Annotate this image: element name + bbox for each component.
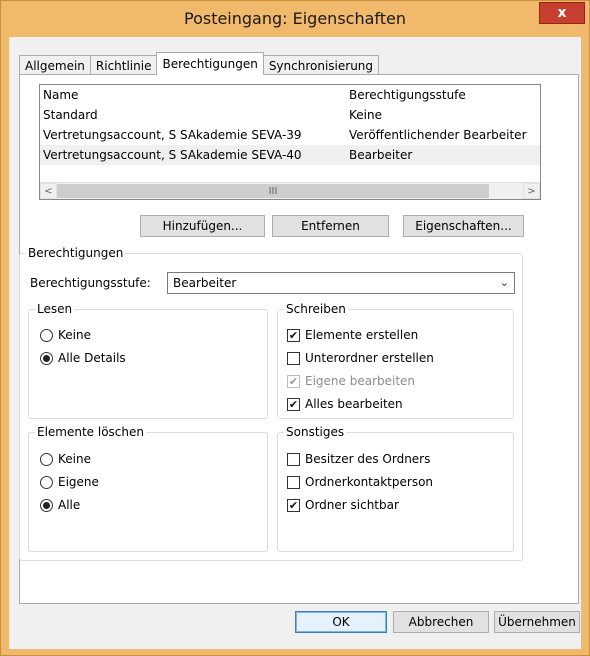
grip-icon: III — [268, 185, 278, 197]
checkbox-checked-icon: ✔ — [287, 397, 300, 411]
other-group-label: Sonstiges — [284, 425, 347, 439]
list-item-name: Vertretungsaccount, S SAkademie SEVA-39 — [43, 128, 302, 142]
read-all-details-radio[interactable]: Alle Details — [40, 351, 126, 365]
delete-all-radio[interactable]: Alle — [40, 498, 80, 512]
permissions-list[interactable]: Name Berechtigungsstufe Standard Keine V… — [39, 84, 541, 200]
radio-icon — [40, 475, 53, 489]
permission-level-value: Bearbeiter — [173, 276, 237, 290]
list-header: Name Berechtigungsstufe — [40, 85, 540, 105]
dialog-client: Allgemein Richtlinie Berechtigungen Sync… — [9, 37, 581, 649]
permissions-group-label: Berechtigungen — [26, 246, 126, 260]
checkbox-checked-icon: ✔ — [287, 374, 300, 388]
list-item-selected[interactable]: Vertretungsaccount, S SAkademie SEVA-40 … — [40, 145, 540, 165]
checkbox-icon — [287, 452, 300, 466]
folder-owner-checkbox[interactable]: Besitzer des Ordners — [287, 452, 430, 466]
list-item-level: Veröffentlichender Bearbeiter — [349, 128, 527, 142]
tab-synchronisierung[interactable]: Synchronisierung — [262, 55, 380, 75]
horizontal-scrollbar[interactable]: < III > — [40, 182, 540, 199]
edit-own-checkbox: ✔ Eigene bearbeiten — [287, 374, 416, 388]
tab-allgemein[interactable]: Allgemein — [19, 55, 91, 75]
scroll-left-button[interactable]: < — [40, 183, 57, 199]
radio-selected-icon — [40, 498, 53, 512]
read-none-radio[interactable]: Keine — [40, 328, 91, 342]
cancel-button[interactable]: Abbrechen — [393, 611, 489, 633]
delete-group-label: Elemente löschen — [35, 425, 146, 439]
title-bar[interactable]: Posteingang: Eigenschaften x — [1, 1, 589, 37]
delete-own-radio[interactable]: Eigene — [40, 475, 99, 489]
list-item[interactable]: Vertretungsaccount, S SAkademie SEVA-39 … — [40, 125, 540, 145]
apply-button[interactable]: Übernehmen — [494, 611, 580, 633]
properties-button[interactable]: Eigenschaften... — [403, 215, 524, 237]
remove-button[interactable]: Entfernen — [272, 215, 389, 237]
delete-group: Elemente löschen — [28, 425, 268, 552]
other-group: Sonstiges — [277, 425, 514, 552]
radio-selected-icon — [40, 351, 53, 365]
list-item[interactable]: Standard Keine — [40, 105, 540, 125]
edit-all-checkbox[interactable]: ✔ Alles bearbeiten — [287, 397, 403, 411]
checkbox-icon — [287, 351, 300, 365]
ok-button[interactable]: OK — [295, 611, 387, 633]
create-items-checkbox[interactable]: ✔ Elemente erstellen — [287, 328, 418, 342]
checkbox-checked-icon: ✔ — [287, 328, 300, 342]
folder-visible-checkbox[interactable]: ✔ Ordner sichtbar — [287, 498, 399, 512]
chevron-left-icon: < — [44, 185, 53, 197]
window-title: Posteingang: Eigenschaften — [183, 9, 407, 28]
properties-dialog: Posteingang: Eigenschaften x Allgemein R… — [0, 0, 590, 656]
list-item-level: Bearbeiter — [349, 148, 413, 162]
close-button[interactable]: x — [539, 2, 585, 24]
checkbox-icon — [287, 475, 300, 489]
list-item-level: Keine — [349, 108, 382, 122]
scroll-thumb[interactable]: III — [57, 184, 489, 198]
checkbox-checked-icon: ✔ — [287, 498, 300, 512]
add-button[interactable]: Hinzufügen... — [140, 215, 265, 237]
chevron-right-icon: > — [527, 185, 536, 197]
permissions-tab-panel: Name Berechtigungsstufe Standard Keine V… — [19, 74, 579, 604]
tab-richtlinie[interactable]: Richtlinie — [89, 55, 158, 75]
list-item-name: Vertretungsaccount, S SAkademie SEVA-40 — [43, 148, 302, 162]
radio-icon — [40, 328, 53, 342]
column-header-name[interactable]: Name — [43, 88, 78, 102]
scroll-right-button[interactable]: > — [523, 183, 540, 199]
read-group-label: Lesen — [35, 302, 75, 316]
permission-level-dropdown[interactable]: Bearbeiter ⌄ — [167, 272, 515, 294]
folder-contact-checkbox[interactable]: Ordnerkontaktperson — [287, 475, 433, 489]
radio-icon — [40, 452, 53, 466]
write-group-label: Schreiben — [284, 302, 348, 316]
tab-berechtigungen[interactable]: Berechtigungen — [156, 52, 264, 75]
column-header-level[interactable]: Berechtigungsstufe — [349, 88, 466, 102]
permission-level-label: Berechtigungsstufe: — [30, 276, 151, 290]
chevron-down-icon: ⌄ — [499, 276, 509, 289]
tab-strip: Allgemein Richtlinie Berechtigungen Sync… — [19, 52, 380, 75]
close-icon: x — [557, 5, 567, 21]
list-item-name: Standard — [43, 108, 98, 122]
delete-none-radio[interactable]: Keine — [40, 452, 91, 466]
create-subfolders-checkbox[interactable]: Unterordner erstellen — [287, 351, 434, 365]
